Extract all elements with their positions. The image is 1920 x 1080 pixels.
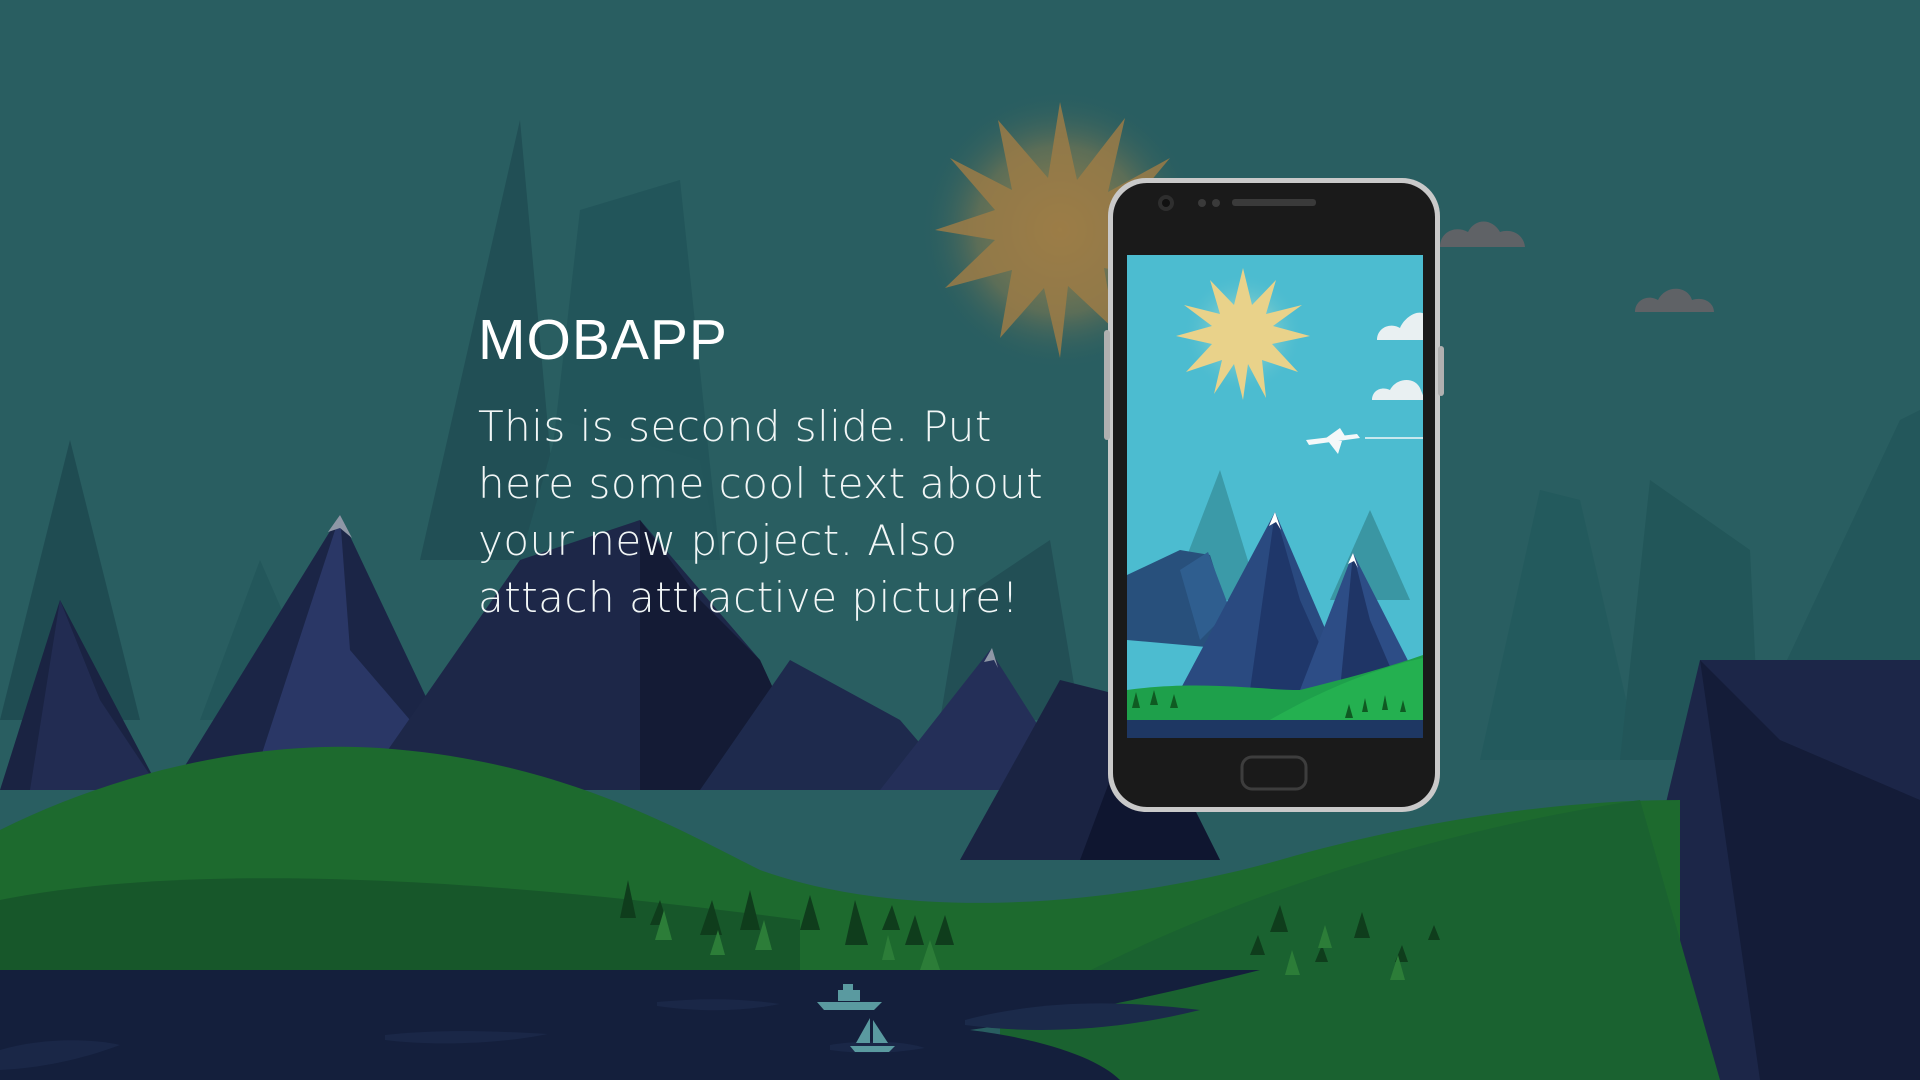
slide-content: MOBAPP This is second slide. Put here so… <box>478 306 1078 626</box>
phone-screen <box>1127 255 1423 738</box>
phone-mockup <box>1104 178 1444 812</box>
body-line: here some cool text about <box>478 459 1044 509</box>
slide-title: MOBAPP <box>478 308 728 372</box>
body-line: your new project. Also <box>478 516 958 566</box>
lake <box>0 970 1260 1080</box>
slide-body: This is second slide. Put here some cool… <box>478 398 1078 626</box>
body-line: This is second slide. Put <box>478 402 992 452</box>
slide: MOBAPP This is second slide. Put here so… <box>0 0 1920 1080</box>
cloud-icon <box>1440 221 1714 312</box>
body-line: attach attractive picture! <box>478 573 1019 623</box>
